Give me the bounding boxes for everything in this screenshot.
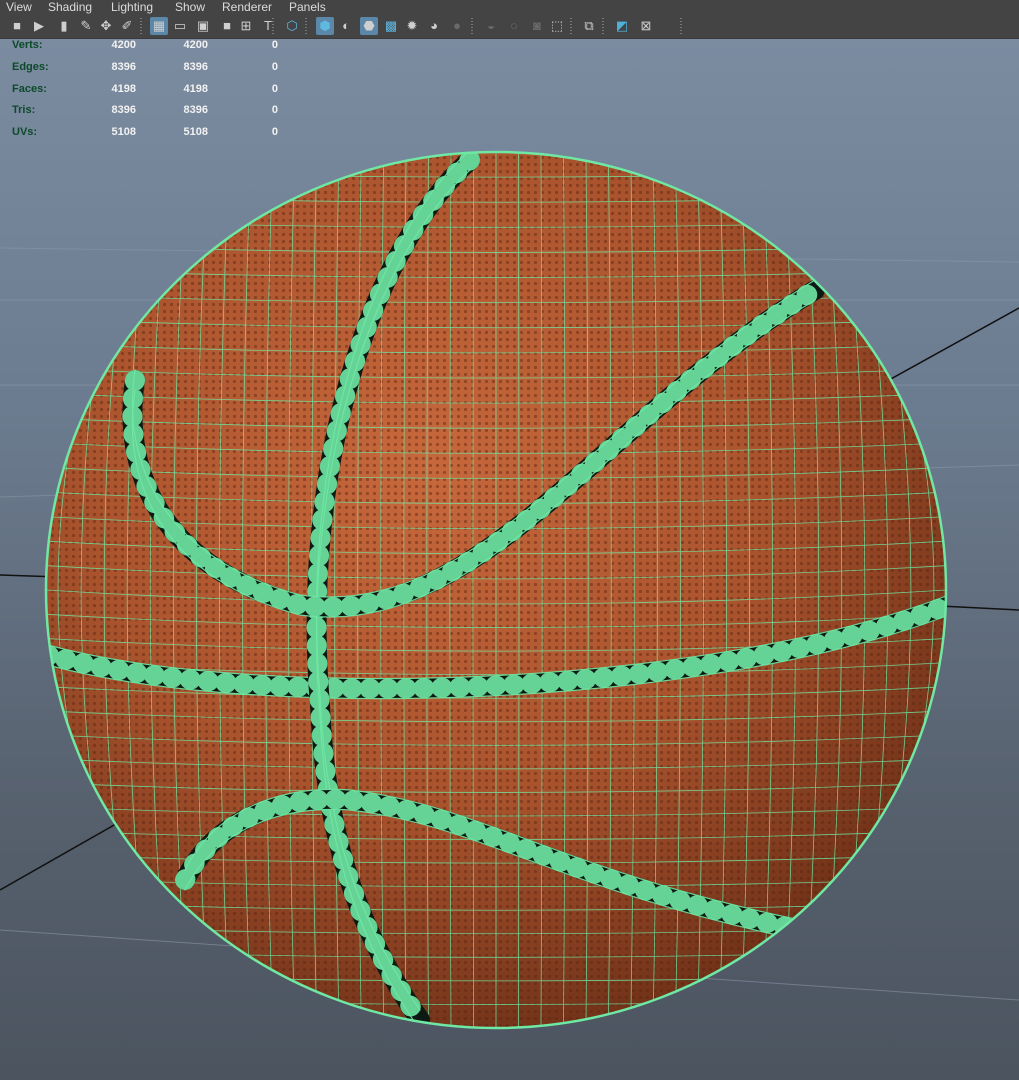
- menu-shading[interactable]: Shading: [48, 0, 92, 14]
- hud-row: Verts: 4200 4200 0: [0, 39, 300, 53]
- basketball-mesh[interactable]: [44, 150, 948, 1030]
- hud-row: Faces: 4198 4198 0: [0, 83, 300, 97]
- hud-label: Tris:: [12, 104, 36, 117]
- toolbar-separator: [305, 18, 307, 34]
- toolbar-separator: [602, 18, 604, 34]
- menu-panels[interactable]: Panels: [289, 0, 326, 14]
- menu-lighting[interactable]: Lighting: [111, 0, 153, 14]
- poly-count-hud: Verts: 4200 4200 0 Edges: 8396 8396 0 Faces: 4198…: [0, 39, 300, 139]
- hud-value: 5108: [183, 126, 208, 139]
- gate-mask-icon[interactable]: ■: [218, 17, 236, 35]
- hud-label: Verts:: [12, 39, 43, 51]
- camera-icon[interactable]: ■: [8, 17, 26, 35]
- xray-joints-icon[interactable]: ⊠: [637, 17, 655, 35]
- panel-toolbar: ■ ▶ ▮ ✎ ✥ ✐ ▦ ▭ ▣ ■ ⊞ T ⬡ ⬢ ◐ ⬣ ▩ ✹ ◕ ● ◒ ○ ◙ ⬚ ⧉ ◩ ⊠: [0, 14, 1019, 39]
- video-camera-icon[interactable]: ▶: [30, 17, 48, 35]
- shade-lit-icon[interactable]: ◐: [337, 17, 355, 35]
- toolbar-separator: [680, 18, 682, 34]
- toolbar-separator: [471, 18, 473, 34]
- scene-canvas[interactable]: [0, 39, 1019, 1080]
- hud-value: 4200: [183, 39, 208, 51]
- screen-space-ao-icon[interactable]: ●: [448, 17, 466, 35]
- menu-view[interactable]: View: [6, 0, 32, 14]
- shadow-icon[interactable]: ◕: [425, 17, 443, 35]
- light-icon[interactable]: ✹: [403, 17, 421, 35]
- wireframe-on-shaded-icon[interactable]: ⬣: [360, 17, 378, 35]
- anti-alias-icon[interactable]: ○: [505, 17, 523, 35]
- hud-value: 8396: [183, 60, 208, 73]
- hud-value: 0: [271, 60, 278, 73]
- field-chart-icon[interactable]: ⊞: [237, 17, 255, 35]
- hud-value: 4198: [183, 82, 208, 95]
- motion-blur-icon[interactable]: ◒: [482, 17, 500, 35]
- viewport-3d[interactable]: [0, 39, 1019, 1080]
- depth-of-field-icon[interactable]: ◙: [528, 17, 546, 35]
- hud-label: Faces:: [12, 82, 47, 95]
- smooth-shade-icon[interactable]: ⬢: [316, 17, 334, 35]
- hud-value: 4200: [111, 39, 136, 51]
- toolbar-separator: [570, 18, 572, 34]
- menu-show[interactable]: Show: [175, 0, 205, 14]
- bookmark-icon[interactable]: ▮: [55, 17, 73, 35]
- textured-icon[interactable]: ▩: [382, 17, 400, 35]
- menu-renderer[interactable]: Renderer: [222, 0, 272, 14]
- hud-value: 8396: [183, 104, 208, 117]
- move-icon[interactable]: ✥: [97, 17, 115, 35]
- grid-icon[interactable]: ▦: [150, 17, 168, 35]
- resolution-gate-icon[interactable]: ▣: [194, 17, 212, 35]
- pen-icon[interactable]: ✎: [77, 17, 95, 35]
- hud-value: 0: [271, 104, 278, 117]
- hud-value: 4198: [111, 82, 136, 95]
- select-camera-icon[interactable]: ⬚: [548, 17, 566, 35]
- axis-line: [879, 307, 1019, 386]
- xray-icon[interactable]: ◩: [613, 17, 631, 35]
- hud-row: Tris: 8396 8396 0: [0, 104, 300, 118]
- hud-value: 8396: [111, 104, 136, 117]
- hud-value: 5108: [111, 126, 136, 139]
- safe-title-icon[interactable]: T: [259, 17, 277, 35]
- film-gate-icon[interactable]: ▭: [171, 17, 189, 35]
- hud-value: 8396: [111, 60, 136, 73]
- hud-value: 0: [271, 39, 278, 51]
- hud-value: 0: [271, 126, 278, 139]
- wireframe-icon[interactable]: ⬡: [283, 17, 301, 35]
- brush-icon[interactable]: ✐: [118, 17, 136, 35]
- isolate-select-icon[interactable]: ⧉: [580, 17, 598, 35]
- axis-line: [939, 605, 1019, 611]
- panel-menu-bar: View Shading Lighting Show Renderer Pane…: [0, 0, 1019, 14]
- hud-value: 0: [271, 82, 278, 95]
- hud-row: UVs: 5108 5108 0: [0, 126, 300, 140]
- hud-label: Edges:: [12, 60, 49, 73]
- toolbar-separator: [140, 18, 142, 34]
- hud-label: UVs:: [12, 126, 38, 139]
- hud-row: Edges: 8396 8396 0: [0, 61, 300, 75]
